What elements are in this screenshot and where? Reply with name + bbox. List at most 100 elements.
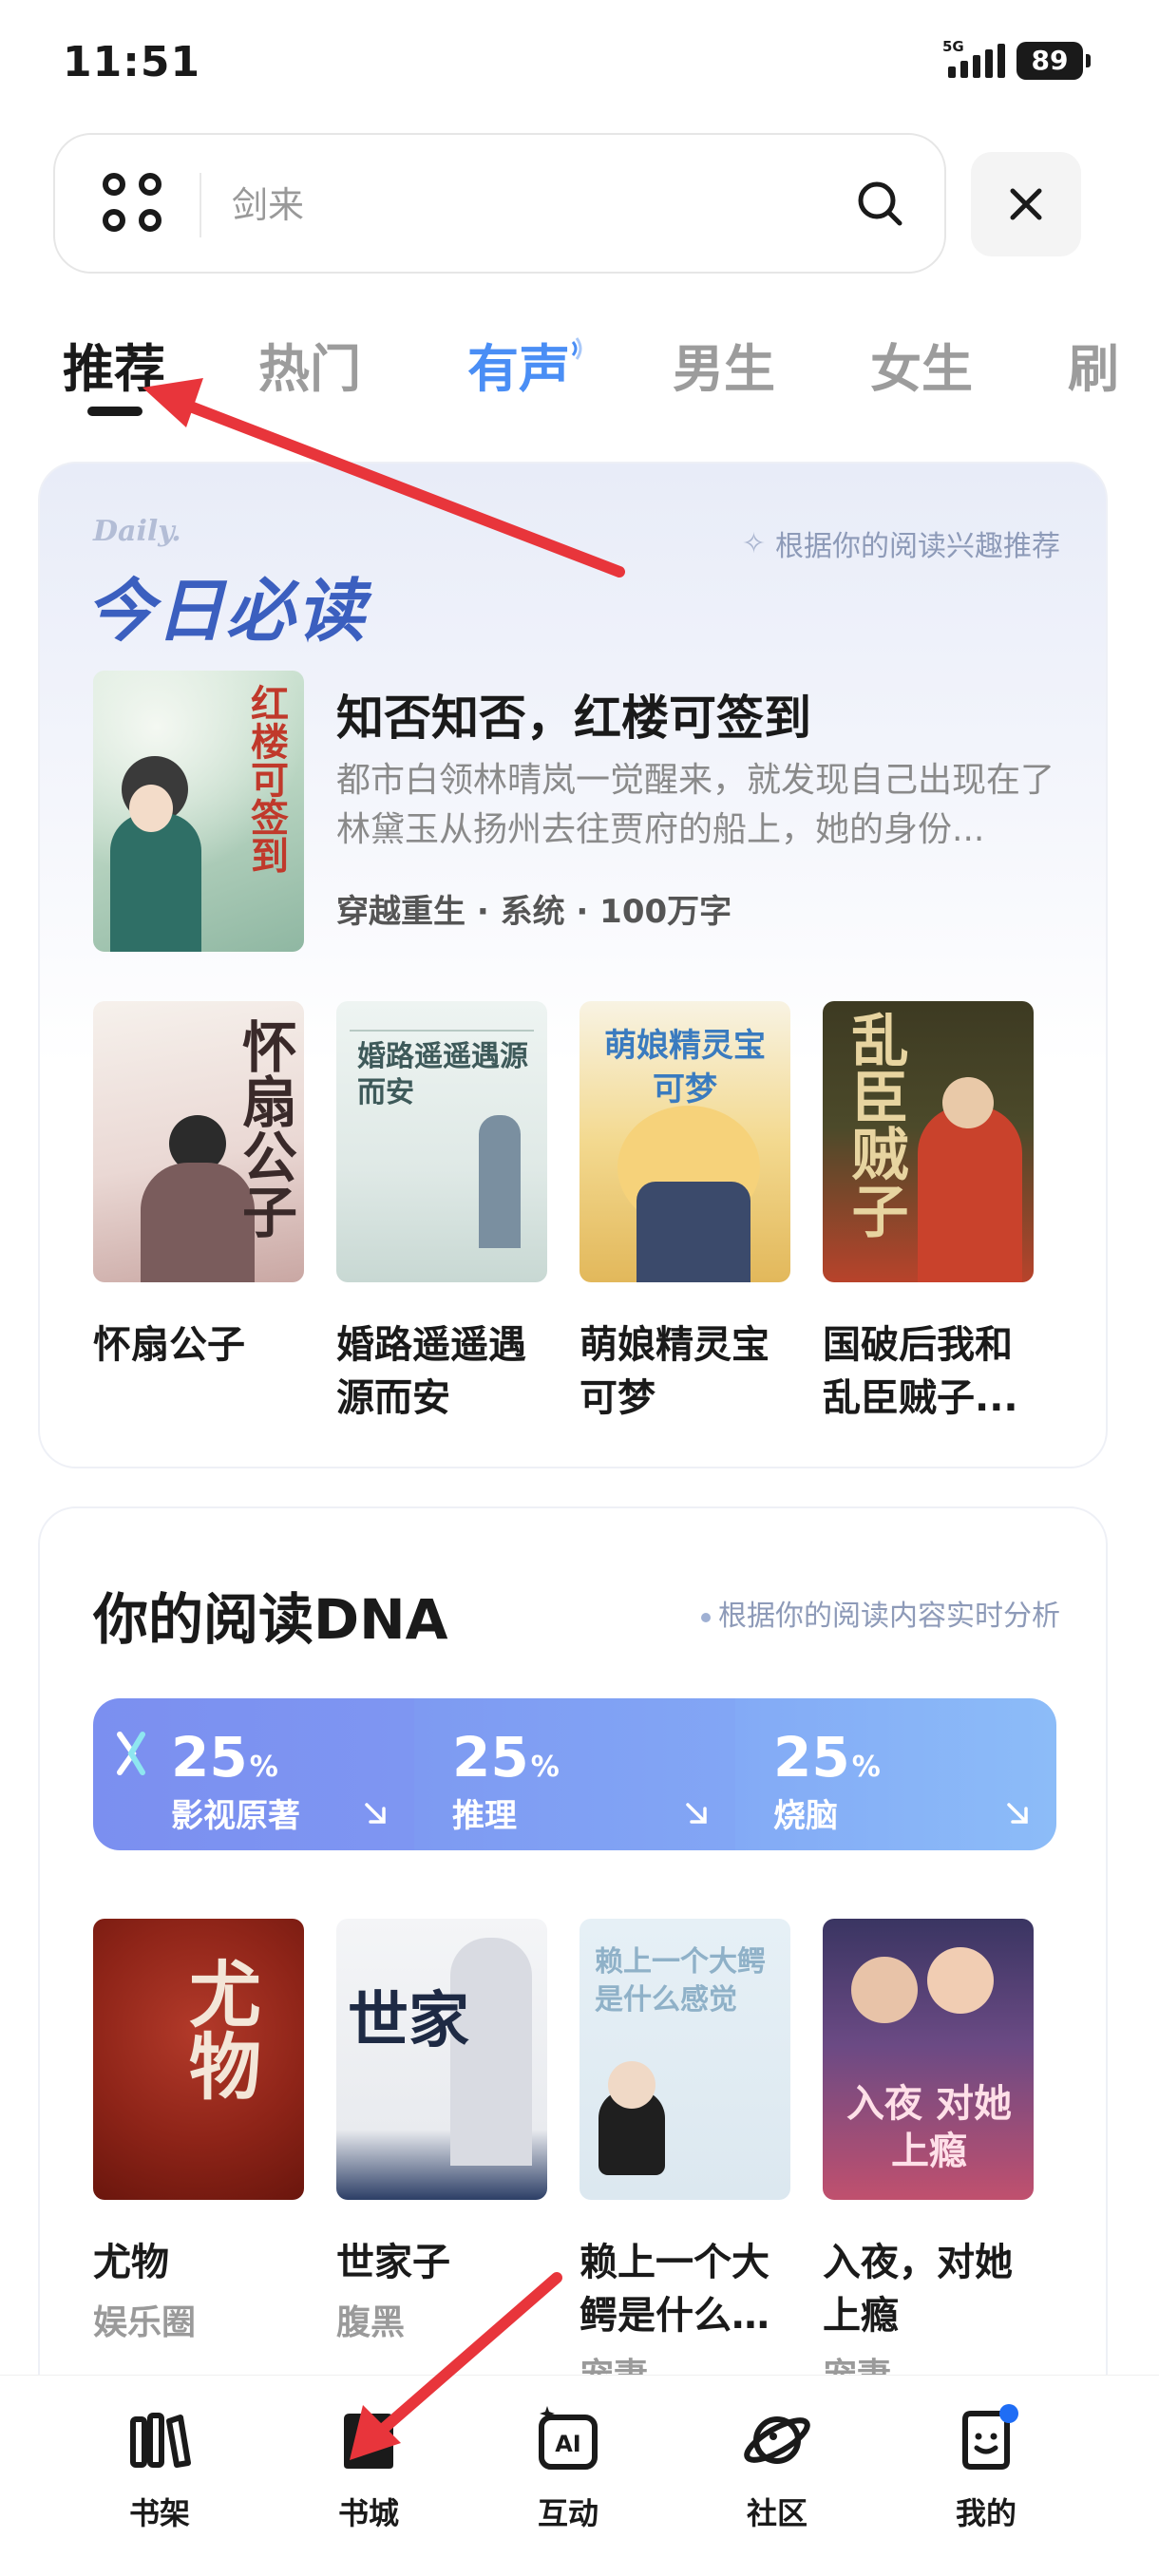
book-item[interactable]: 怀扇公子 怀扇公子 xyxy=(93,1001,304,1372)
dna-segment[interactable]: 25% 影视原著 xyxy=(93,1698,414,1850)
dna-hint-text: 根据你的阅读内容实时分析 xyxy=(718,1600,1060,1633)
nav-label: 书城 xyxy=(337,2495,399,2531)
book-title[interactable]: 世家子 xyxy=(336,2236,547,2289)
battery-icon: 89 xyxy=(1016,42,1091,80)
close-button[interactable] xyxy=(971,152,1081,256)
book-cover[interactable]: 怀扇公子 xyxy=(93,1001,304,1282)
daily-hint: ✧ 根据你的阅读兴趣推荐 xyxy=(742,522,1060,564)
dna-percent: 25% xyxy=(171,1725,278,1790)
signal-icon: 5G xyxy=(942,38,1005,78)
status-bar: 11:51 5G 89 xyxy=(0,0,1159,123)
dna-bar: 25% 影视原著 25% 推理 25% 烧脑 xyxy=(93,1698,1056,1850)
battery-level: 89 xyxy=(1031,45,1069,76)
bookshelf-icon xyxy=(130,2413,191,2468)
nav-profile[interactable]: 我的 xyxy=(910,2402,1062,2533)
arrow-down-right-icon xyxy=(686,1803,707,1824)
book-item[interactable]: 乱臣贼子 国破后我和乱臣贼子... xyxy=(823,1001,1034,1425)
book-cover-text: 乱臣贼子 xyxy=(842,1011,908,1239)
tab-active-indicator xyxy=(87,407,142,416)
arrow-down-right-icon xyxy=(365,1803,386,1824)
nav-community[interactable]: 社区 xyxy=(701,2402,853,2533)
sparkle-icon: ✧ xyxy=(741,526,766,560)
featured-book-cover[interactable]: 红楼可签到 xyxy=(93,671,304,952)
book-cover[interactable]: 尤物 xyxy=(93,1919,304,2200)
tab-audio-label: 有声 xyxy=(467,339,570,399)
search-bar[interactable] xyxy=(53,133,946,274)
search-input[interactable] xyxy=(232,177,840,234)
book-title[interactable]: 婚路遥遥遇源而安 xyxy=(336,1318,547,1425)
featured-cover-text: 红楼可签到 xyxy=(244,684,289,874)
daily-en-label: Daily. xyxy=(93,515,181,548)
book-title[interactable]: 赖上一个大鳄是什么感觉 xyxy=(580,2236,790,2342)
arrow-down-right-icon xyxy=(1007,1803,1028,1824)
tab-female[interactable]: 女生 xyxy=(870,327,973,402)
dna-title: 你的阅读DNA xyxy=(93,1587,448,1652)
tab-short[interactable]: 刷 xyxy=(1068,327,1119,402)
book-cover[interactable]: 入夜 对她上瘾 xyxy=(823,1919,1034,2200)
nav-interact[interactable]: AI 互动 xyxy=(492,2402,644,2533)
tab-hot[interactable]: 热门 xyxy=(258,327,361,402)
nav-bookshelf[interactable]: 书架 xyxy=(84,2402,236,2533)
book-item[interactable]: 尤物 尤物 娱乐圈 xyxy=(93,1919,304,2344)
tab-male[interactable]: 男生 xyxy=(673,327,775,402)
dot-icon xyxy=(701,1612,711,1622)
tab-recommend[interactable]: 推荐 xyxy=(63,327,165,402)
profile-icon xyxy=(962,2404,1018,2470)
ai-interact-icon: AI xyxy=(539,2406,598,2470)
nav-label: 我的 xyxy=(955,2495,1016,2531)
book-cover-text: 怀扇公子 xyxy=(233,1018,297,1239)
bottom-nav: 书架 书城 AI 互动 社区 我的 xyxy=(0,2375,1159,2576)
book-title[interactable]: 尤物 xyxy=(93,2236,304,2289)
category-tabs: 推荐 热门 有声 男生 女生 刷 xyxy=(0,313,1159,427)
book-cover-text: 入夜 对她上瘾 xyxy=(846,2081,1012,2173)
category-grid-icon[interactable] xyxy=(103,173,163,234)
dna-label: 推理 xyxy=(452,1797,517,1835)
book-cover[interactable]: 乱臣贼子 xyxy=(823,1001,1034,1282)
dna-segment[interactable]: 25% 推理 xyxy=(414,1698,735,1850)
book-title[interactable]: 萌娘精灵宝可梦 xyxy=(580,1318,790,1425)
nav-label: 社区 xyxy=(746,2495,808,2531)
dna-segment[interactable]: 25% 烧脑 xyxy=(735,1698,1056,1850)
book-title[interactable]: 入夜，对她上瘾 xyxy=(823,2236,1034,2342)
book-cover-text: 婚路遥遥遇源而安 xyxy=(357,1040,528,1109)
book-title[interactable]: 国破后我和乱臣贼子... xyxy=(823,1318,1034,1425)
dna-label: 烧脑 xyxy=(773,1797,838,1835)
book-cover[interactable]: 萌娘精灵宝可梦 xyxy=(580,1001,790,1282)
planet-icon xyxy=(744,2416,810,2464)
tab-audio[interactable]: 有声 xyxy=(467,327,583,402)
book-cover[interactable]: 世家 xyxy=(336,1919,547,2200)
book-item[interactable]: 婚路遥遥遇源而安 婚路遥遥遇源而安 xyxy=(336,1001,547,1425)
dna-hint: 根据你的阅读内容实时分析 xyxy=(701,1592,1060,1634)
featured-book-title[interactable]: 知否知否，红楼可签到 xyxy=(336,680,811,748)
search-divider xyxy=(200,173,201,237)
featured-book-meta: 穿越重生 · 系统 · 100万字 xyxy=(336,893,732,931)
book-cover[interactable]: 赖上一个大鳄是什么感觉 xyxy=(580,1919,790,2200)
nav-label: 互动 xyxy=(537,2495,598,2531)
book-item[interactable]: 世家 世家子 腹黑 xyxy=(336,1919,547,2344)
book-cover-text: 萌娘精灵宝可梦 xyxy=(604,1027,766,1108)
dna-percent: 25% xyxy=(452,1725,560,1790)
nav-bookstore[interactable]: 书城 xyxy=(293,2402,445,2533)
bookstore-icon xyxy=(344,2414,393,2469)
book-item[interactable]: 萌娘精灵宝可梦 萌娘精灵宝可梦 xyxy=(580,1001,790,1425)
search-icon[interactable] xyxy=(853,177,906,230)
featured-book-desc: 都市白领林晴岚一觉醒来，就发现自己出现在了林黛玉从扬州去往贾府的船上，她的身份.… xyxy=(336,761,1055,849)
status-time: 11:51 xyxy=(63,38,201,86)
book-cover-text: 尤物 xyxy=(177,1957,261,2101)
nav-label: 书架 xyxy=(128,2495,190,2531)
dna-label: 影视原著 xyxy=(171,1797,300,1835)
sound-wave-icon xyxy=(571,337,582,360)
book-title[interactable]: 怀扇公子 xyxy=(93,1318,304,1372)
daily-recommend-card: Daily. 今日必读 ✧ 根据你的阅读兴趣推荐 红楼可签到 知否知否，红楼可签… xyxy=(38,462,1108,1468)
book-cover[interactable]: 婚路遥遥遇源而安 xyxy=(336,1001,547,1282)
book-cover-text: 赖上一个大鳄是什么感觉 xyxy=(595,1945,766,2017)
book-tag: 娱乐圈 xyxy=(93,2303,197,2342)
book-cover-text: 世家 xyxy=(348,1985,469,2056)
dna-percent: 25% xyxy=(773,1725,881,1790)
book-item[interactable]: 入夜 对她上瘾 入夜，对她上瘾 宠妻 xyxy=(823,1919,1034,2397)
book-item[interactable]: 赖上一个大鳄是什么感觉 赖上一个大鳄是什么感觉 宠妻 xyxy=(580,1919,790,2397)
close-icon xyxy=(1010,188,1042,220)
dna-logo-icon xyxy=(117,1732,145,1775)
book-tag: 腹黑 xyxy=(336,2303,406,2342)
daily-title: 今日必读 xyxy=(86,571,368,651)
